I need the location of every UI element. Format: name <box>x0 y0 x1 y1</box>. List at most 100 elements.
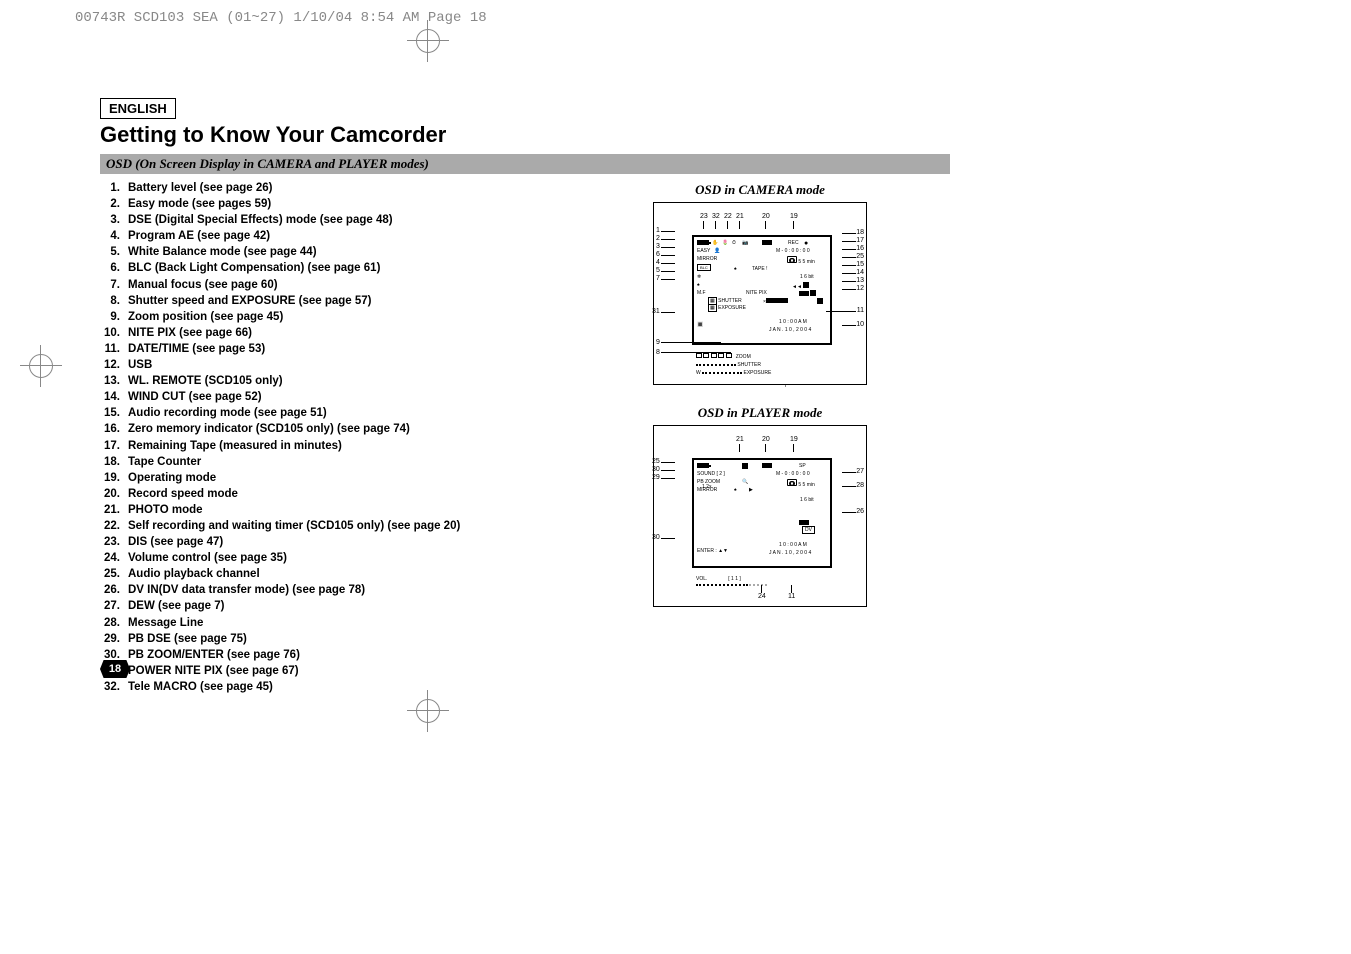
callout-num: 4 <box>656 259 660 266</box>
callout-num: 19 <box>790 213 798 220</box>
list-text: Zero memory indicator (SCD105 only) (see… <box>128 421 410 437</box>
list-number: 11. <box>100 341 128 357</box>
callout-num: 29 <box>652 474 660 481</box>
callout-num: 17 <box>856 237 864 244</box>
list-number: 9. <box>100 309 128 325</box>
player-screen: SP SOUND [ 2 ] M - 0 : 0 0 : 0 0 PB ZOOM… <box>692 458 832 568</box>
list-text: USB <box>128 357 152 373</box>
list-number: 23. <box>100 534 128 550</box>
list-text: Shutter speed and EXPOSURE (see page 57) <box>128 293 372 309</box>
tape-label: TAPE ! <box>752 266 767 272</box>
list-item: 4.Program AE (see page 42) <box>100 228 570 244</box>
easy-label: EASY <box>697 248 710 254</box>
list-text: Self recording and waiting timer (SCD105… <box>128 518 460 534</box>
list-number: 13. <box>100 373 128 389</box>
callout-num: 26 <box>856 508 864 515</box>
list-item: 6.BLC (Back Light Compensation) (see pag… <box>100 260 570 276</box>
list-item: 21.PHOTO mode <box>100 502 570 518</box>
list-item: 3.DSE (Digital Special Effects) mode (se… <box>100 212 570 228</box>
list-item: 17.Remaining Tape (measured in minutes) <box>100 438 570 454</box>
counter-label: M - 0 : 0 0 : 0 0 <box>776 248 810 254</box>
callout-num: 7 <box>656 275 660 282</box>
osd-player-title: OSD in PLAYER mode <box>570 405 950 421</box>
list-number: 16. <box>100 421 128 437</box>
list-item: 9.Zoom position (see page 45) <box>100 309 570 325</box>
callout-num: 20 <box>762 213 770 220</box>
callout-num: 14 <box>856 269 864 276</box>
list-item: 22.Self recording and waiting timer (SCD… <box>100 518 570 534</box>
time-label: 1 0 : 0 0 A M <box>779 319 807 325</box>
dvin-label: DV <box>802 526 815 534</box>
callout-num: 25 <box>652 458 660 465</box>
list-item: 2.Easy mode (see pages 59) <box>100 196 570 212</box>
list-item: 27.DEW (see page 7) <box>100 598 570 614</box>
list-text: Audio playback channel <box>128 566 260 582</box>
list-number: 2. <box>100 196 128 212</box>
callout-num: 9 <box>656 339 660 346</box>
battery-icon <box>697 463 709 468</box>
callout-num: 32 <box>712 213 720 220</box>
osd-camera-diagram: 23 32 22 21 20 19 1 2 3 6 <box>653 202 867 385</box>
list-text: Easy mode (see pages 59) <box>128 196 271 212</box>
callout-num: 31 <box>652 308 660 315</box>
list-text: Program AE (see page 42) <box>128 228 270 244</box>
list-item: 23.DIS (see page 47) <box>100 534 570 550</box>
list-item: 18.Tape Counter <box>100 454 570 470</box>
list-number: 19. <box>100 470 128 486</box>
callout-num: 18 <box>856 229 864 236</box>
list-item: 25.Audio playback channel <box>100 566 570 582</box>
list-item: 19.Operating mode <box>100 470 570 486</box>
tape-icon <box>787 479 797 486</box>
callout-num: 2 <box>656 235 660 242</box>
rec-label: REC <box>788 240 799 246</box>
list-item: 29.PB DSE (see page 75) <box>100 631 570 647</box>
list-item: 24.Volume control (see page 35) <box>100 550 570 566</box>
list-item: 5.White Balance mode (see page 44) <box>100 244 570 260</box>
main-title: Getting to Know Your Camcorder <box>100 122 950 148</box>
registration-mark-icon <box>407 20 449 62</box>
list-number: 28. <box>100 615 128 631</box>
list-text: DV IN(DV data transfer mode) (see page 7… <box>128 582 365 598</box>
list-text: Record speed mode <box>128 486 238 502</box>
registration-mark-icon <box>20 345 62 387</box>
list-number: 22. <box>100 518 128 534</box>
list-item: 26.DV IN(DV data transfer mode) (see pag… <box>100 582 570 598</box>
zoom-label: ZOOM <box>736 354 751 360</box>
rec-dot-icon: ● <box>804 240 808 247</box>
mf-label: M.F <box>697 290 706 296</box>
callout-num: 5 <box>656 267 660 274</box>
list-number: 5. <box>100 244 128 260</box>
list-number: 10. <box>100 325 128 341</box>
list-text: PB DSE (see page 75) <box>128 631 247 647</box>
language-label: ENGLISH <box>100 98 176 119</box>
exposure-label: EXPOSURE <box>744 370 772 376</box>
list-number: 14. <box>100 389 128 405</box>
callout-num: 30 <box>652 466 660 473</box>
list-text: WIND CUT (see page 52) <box>128 389 262 405</box>
callout-num: 27 <box>856 468 864 475</box>
feature-list: 1.Battery level (see page 26)2.Easy mode… <box>100 180 570 695</box>
audio-label: 1 6 bit <box>800 497 814 503</box>
callout-num: 22 <box>724 213 732 220</box>
callout-num: 28 <box>856 482 864 489</box>
date-label: J A N . 1 0 , 2 0 0 4 <box>769 327 811 333</box>
list-number: 15. <box>100 405 128 421</box>
callout-num: 6 <box>656 251 660 258</box>
list-number: 24. <box>100 550 128 566</box>
nitepix-label: NITE PIX <box>746 290 767 296</box>
list-text: POWER NITE PIX (see page 67) <box>128 663 299 679</box>
list-item: 8.Shutter speed and EXPOSURE (see page 5… <box>100 293 570 309</box>
counter-label: M - 0 : 0 0 : 0 0 <box>776 471 810 477</box>
list-text: Zoom position (see page 45) <box>128 309 283 325</box>
callout-num: 21 <box>736 436 744 443</box>
callout-num: 12 <box>856 285 864 292</box>
sound-label: SOUND [ 2 ] <box>697 471 725 477</box>
list-number: 21. <box>100 502 128 518</box>
list-number: 6. <box>100 260 128 276</box>
list-text: NITE PIX (see page 66) <box>128 325 252 341</box>
list-text: DEW (see page 7) <box>128 598 225 614</box>
list-number: 8. <box>100 293 128 309</box>
list-text: BLC (Back Light Compensation) (see page … <box>128 260 380 276</box>
list-item: 7.Manual focus (see page 60) <box>100 277 570 293</box>
page-number: 18 <box>100 660 130 678</box>
